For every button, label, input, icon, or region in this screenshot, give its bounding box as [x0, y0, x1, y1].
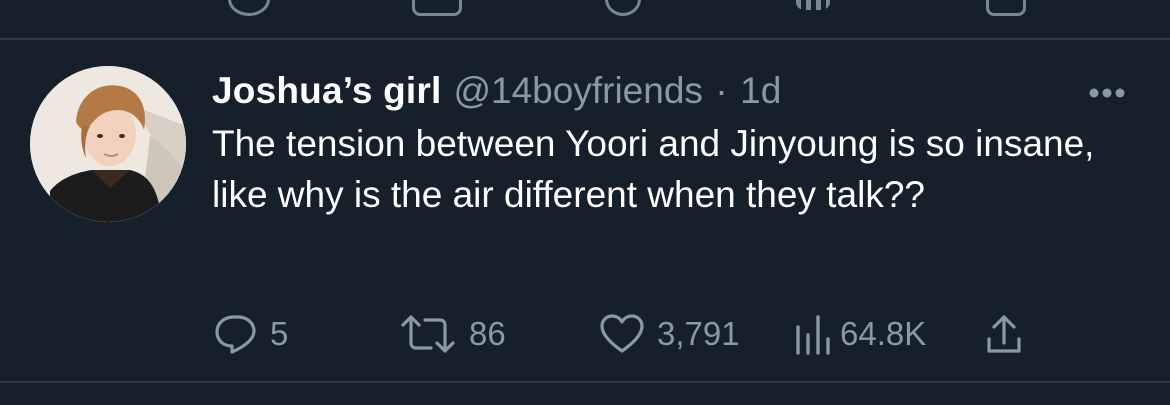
reply-count: 5: [270, 315, 289, 352]
reply-icon: [215, 315, 256, 354]
like-count: 3,791: [657, 315, 740, 352]
like-button[interactable]: 3,791: [599, 313, 740, 355]
previous-heart-icon[interactable]: [605, 0, 641, 16]
previous-reply-icon[interactable]: [228, 0, 270, 16]
views-count: 64.8K: [840, 315, 927, 352]
views-button[interactable]: 64.8K: [794, 313, 926, 355]
more-dots-icon[interactable]: [1087, 86, 1127, 100]
author-name[interactable]: Joshua’s girl: [212, 70, 441, 111]
divider-top: [0, 38, 1170, 40]
views-bar-chart-icon: [796, 315, 830, 355]
heart-icon: [600, 314, 644, 353]
previous-share-icon[interactable]: [986, 0, 1026, 16]
avatar-image: [30, 66, 186, 222]
previous-retweet-icon[interactable]: [412, 0, 462, 16]
share-button[interactable]: [986, 313, 1022, 355]
previous-views-icon[interactable]: [796, 0, 830, 10]
retweet-icon: [401, 315, 455, 353]
meta-separator: ·: [715, 70, 728, 111]
tweet-time[interactable]: 1d: [740, 70, 781, 111]
share-icon: [987, 315, 1021, 353]
retweet-count: 86: [469, 315, 506, 352]
previous-tweet-actions: [0, 0, 1170, 38]
author-handle[interactable]: @14boyfriends: [453, 70, 702, 111]
reply-button[interactable]: 5: [214, 313, 288, 355]
tweet-text: The tension between Yoori and Jinyoung i…: [212, 123, 1095, 215]
retweet-button[interactable]: 86: [399, 313, 506, 355]
divider-bottom: [0, 381, 1170, 383]
avatar[interactable]: [30, 66, 186, 222]
tweet-header: Joshua’s girl @14boyfriends · 1d: [212, 70, 781, 116]
